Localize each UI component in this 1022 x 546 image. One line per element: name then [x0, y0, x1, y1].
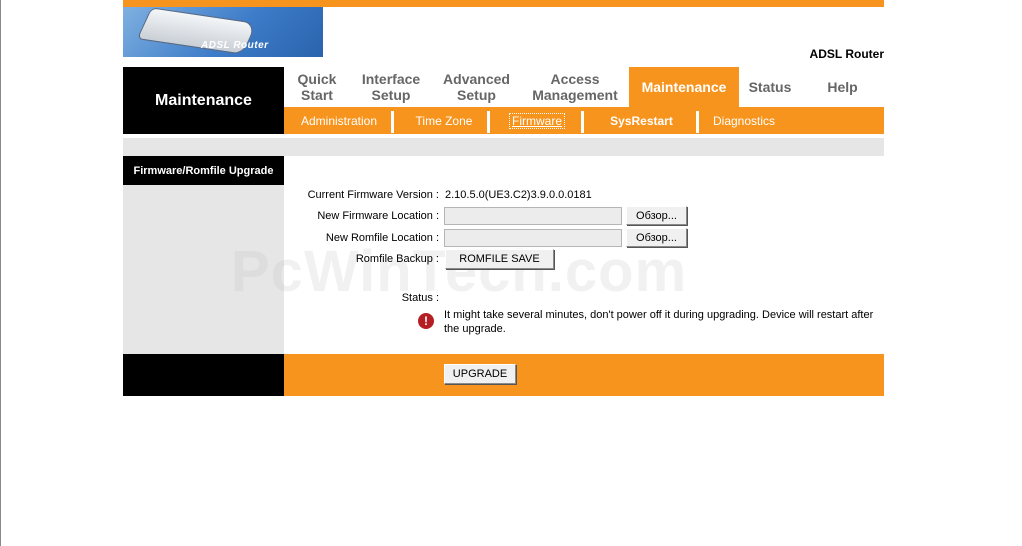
subnav-divider	[696, 111, 699, 133]
main-nav: Quick Start Interface Setup Advanced Set…	[284, 67, 884, 107]
tab-interface-setup[interactable]: Interface Setup	[350, 67, 432, 107]
current-firmware-value: 2.10.5.0(UE3.C2)3.9.0.0.0181	[445, 189, 592, 201]
tab-access-management[interactable]: Access Management	[521, 67, 629, 107]
subtab-firmware[interactable]: Firmware	[497, 107, 577, 134]
tab-maintenance[interactable]: Maintenance	[629, 67, 739, 107]
tab-advanced-setup[interactable]: Advanced Setup	[432, 67, 521, 107]
current-firmware-label: Current Firmware Version :	[307, 189, 439, 201]
firmware-browse-button[interactable]: Обзор...	[626, 206, 687, 225]
subtab-time-zone-label: Time Zone	[415, 113, 473, 128]
subtab-firmware-label: Firmware	[509, 112, 565, 129]
romfile-backup-label: Romfile Backup :	[355, 253, 439, 265]
subtab-diagnostics-label: Diagnostics	[712, 113, 776, 128]
status-label: Status :	[401, 292, 439, 304]
status-message: It might take several minutes, don't pow…	[444, 309, 874, 335]
footer-bar	[284, 354, 884, 396]
subnav-divider	[581, 111, 584, 133]
new-romfile-field[interactable]	[444, 229, 622, 247]
tab-help[interactable]: Help	[801, 67, 884, 107]
side-panel	[123, 185, 284, 354]
subtab-time-zone[interactable]: Time Zone	[399, 107, 489, 134]
logo-text: ADSL Router	[201, 40, 269, 51]
router-logo: ADSL Router	[123, 7, 323, 57]
subtab-administration[interactable]: Administration	[289, 107, 389, 134]
new-romfile-label: New Romfile Location :	[325, 232, 439, 244]
panel-side-label: Firmware/Romfile Upgrade	[123, 156, 284, 185]
section-title: Maintenance	[123, 67, 284, 134]
footer-left-block	[123, 354, 284, 396]
subnav-divider	[391, 111, 394, 133]
content-header-bar	[123, 138, 884, 156]
new-firmware-field[interactable]	[444, 207, 622, 225]
subtab-diagnostics[interactable]: Diagnostics	[704, 107, 784, 134]
upgrade-button[interactable]: UPGRADE	[444, 364, 516, 384]
subnav-divider	[487, 111, 490, 133]
warning-icon: !	[418, 313, 434, 329]
product-name: ADSL Router	[809, 47, 884, 61]
top-accent-bar	[123, 0, 884, 7]
subtab-sysrestart[interactable]: SysRestart	[589, 107, 694, 134]
new-firmware-label: New Firmware Location :	[317, 210, 439, 222]
tab-quick-start[interactable]: Quick Start	[284, 67, 350, 107]
sub-nav: Administration Time Zone Firmware SysRes…	[284, 107, 884, 134]
subtab-administration-label: Administration	[300, 113, 378, 128]
romfile-browse-button[interactable]: Обзор...	[626, 228, 687, 247]
tab-status[interactable]: Status	[739, 67, 801, 107]
subtab-sysrestart-label: SysRestart	[610, 113, 673, 128]
romfile-save-button[interactable]: ROMFILE SAVE	[445, 249, 554, 269]
